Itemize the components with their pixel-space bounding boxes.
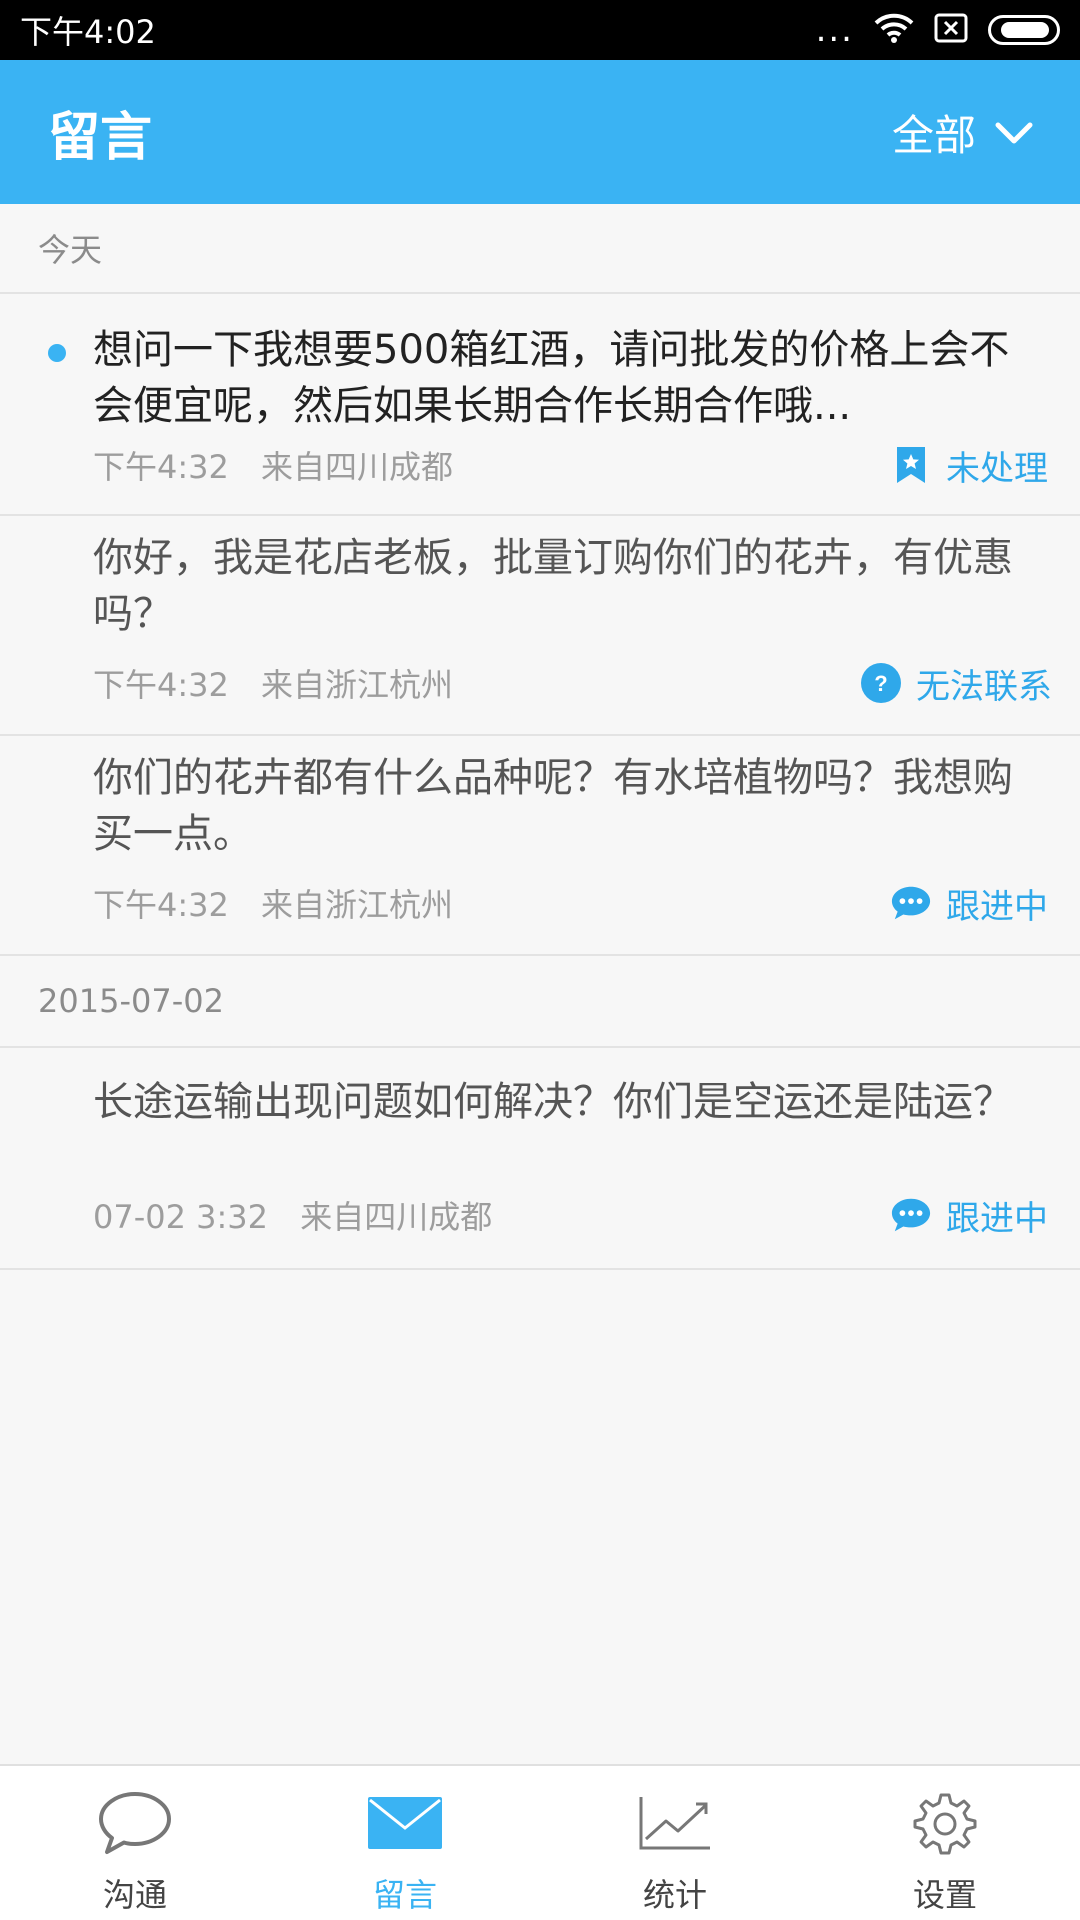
message-list: 今天 想问一下我想要500箱红酒，请问批发的价格上会不会便宜呢，然后如果长期合作… (0, 204, 1080, 1270)
status-text: 未处理 (946, 448, 1048, 489)
battery-icon (988, 15, 1060, 45)
message-item[interactable]: 你们的花卉都有什么品种呢？有水培植物吗？我想购买一点。 下午4:32 来自浙江杭… (0, 736, 1080, 956)
message-text: 你们的花卉都有什么品种呢？有水培植物吗？我想购买一点。 (93, 755, 1013, 857)
tab-label: 设置 (912, 1876, 977, 1914)
filter-dropdown[interactable]: 全部 (892, 102, 1034, 163)
status-label[interactable]: 跟进中 (890, 879, 1048, 928)
tab-label: 沟通 (102, 1876, 167, 1914)
unread-dot (48, 344, 66, 362)
message-time: 下午4:32 (93, 886, 229, 924)
message-location: 来自浙江杭州 (261, 666, 454, 704)
message-text: 想问一下我想要500箱红酒，请问批发的价格上会不会便宜呢，然后如果长期合作长期合… (93, 327, 1010, 429)
message-text: 你好，我是花店老板，批量订购你们的花卉，有优惠吗？ (93, 535, 1013, 637)
tab-settings[interactable]: 设置 (810, 1766, 1080, 1920)
bottom-tab-bar: 沟通 留言 统计 设置 (0, 1764, 1080, 1920)
message-item[interactable]: 想问一下我想要500箱红酒，请问批发的价格上会不会便宜呢，然后如果长期合作长期合… (0, 294, 1080, 516)
status-icons: ... (816, 12, 1060, 48)
wifi-icon (874, 12, 914, 48)
status-text: 无法联系 (916, 666, 1052, 707)
tab-stats[interactable]: 统计 (540, 1766, 810, 1920)
status-bar: 下午4:02 ... (0, 0, 1080, 60)
sim-blocked-icon (934, 13, 968, 47)
status-text: 跟进中 (946, 1198, 1048, 1239)
message-item[interactable]: 你好，我是花店老板，批量订购你们的花卉，有优惠吗？ 下午4:32 来自浙江杭州 … (0, 516, 1080, 736)
more-dots-icon: ... (815, 10, 854, 50)
status-text: 跟进中 (946, 886, 1048, 927)
status-label[interactable]: 跟进中 (890, 1191, 1048, 1240)
chat-icon (95, 1788, 175, 1858)
message-location: 来自浙江杭州 (261, 886, 454, 924)
page-title: 留言 (48, 107, 153, 168)
message-location: 来自四川成都 (261, 448, 454, 486)
svg-text:?: ? (874, 671, 887, 696)
chat-bubble-icon (890, 1194, 932, 1236)
status-time: 下午4:02 (20, 13, 156, 51)
chevron-down-icon (994, 108, 1034, 157)
chart-icon (635, 1788, 715, 1858)
tab-label: 留言 (372, 1876, 437, 1914)
message-time: 07-02 3:32 (93, 1198, 269, 1236)
tab-messages[interactable]: 留言 (270, 1766, 540, 1920)
message-item[interactable]: 长途运输出现问题如何解决？你们是空运还是陆运？ 07-02 3:32 来自四川成… (0, 1048, 1080, 1270)
bookmark-star-icon (890, 444, 932, 486)
tab-chat[interactable]: 沟通 (0, 1766, 270, 1920)
mail-icon (365, 1788, 445, 1858)
message-time: 下午4:32 (93, 666, 229, 704)
status-label[interactable]: 未处理 (890, 441, 1048, 490)
section-header-today: 今天 (0, 204, 1080, 294)
tab-label: 统计 (642, 1876, 707, 1914)
message-location: 来自四川成都 (300, 1198, 493, 1236)
filter-label: 全部 (891, 110, 976, 160)
chat-bubble-icon (890, 882, 932, 924)
app-header: 留言 全部 (0, 60, 1080, 204)
message-time: 下午4:32 (93, 448, 229, 486)
gear-icon (905, 1788, 985, 1858)
question-icon: ? (860, 662, 902, 704)
message-text: 长途运输出现问题如何解决？你们是空运还是陆运？ (93, 1079, 1013, 1125)
status-label[interactable]: ? 无法联系 (860, 659, 1052, 708)
section-header-date: 2015-07-02 (0, 956, 1080, 1048)
